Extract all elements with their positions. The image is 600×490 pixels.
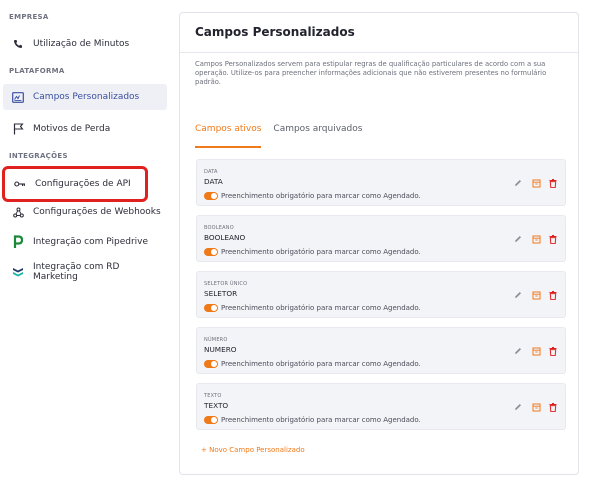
required-toggle[interactable] (204, 248, 218, 256)
archive-icon[interactable] (531, 178, 541, 188)
sidebar-item-label: Configurações de API (35, 179, 131, 189)
field-row: TEXTO TEXTO Preenchimento obrigatório pa… (196, 383, 566, 430)
required-label: Preenchimento obrigatório para marcar co… (221, 248, 421, 256)
archive-icon[interactable] (531, 402, 541, 412)
pencil-icon[interactable] (513, 402, 523, 412)
tabs: Campos ativos Campos arquivados (195, 124, 362, 148)
sidebar: EMPRESA Utilização de Minutos PLATAFORMA… (0, 0, 178, 490)
field-name: TEXTO (204, 401, 229, 410)
field-type: BOOLEANO (204, 225, 234, 231)
field-row: SELETOR ÚNICO SELETOR Preenchimento obri… (196, 271, 566, 318)
archive-icon[interactable] (531, 346, 541, 356)
page-title: Campos Personalizados (195, 25, 355, 39)
field-type: SELETOR ÚNICO (204, 281, 248, 287)
page-description: Campos Personalizados servem para estipu… (195, 60, 547, 86)
trash-icon[interactable] (548, 402, 558, 412)
sidebar-item-label: Integração com RD Marketing (32, 262, 120, 282)
required-label: Preenchimento obrigatório para marcar co… (221, 192, 421, 200)
sidebar-item-motivos-perda[interactable]: Motivos de Perda (3, 116, 167, 142)
sidebar-item-label: Configurações de Webhooks (33, 207, 161, 217)
custom-fields-icon (11, 90, 25, 104)
pencil-icon[interactable] (513, 290, 523, 300)
archive-icon[interactable] (531, 290, 541, 300)
field-name: DATA (204, 177, 223, 186)
trash-icon[interactable] (548, 290, 558, 300)
pencil-icon[interactable] (513, 178, 523, 188)
webhook-icon (11, 205, 25, 219)
pencil-icon[interactable] (513, 234, 523, 244)
required-label: Preenchimento obrigatório para marcar co… (221, 360, 421, 368)
field-name: NUMERO (204, 345, 237, 354)
section-title-integracoes: INTEGRAÇÕES (9, 152, 68, 160)
sidebar-item-utilizacao-minutos[interactable]: Utilização de Minutos (3, 31, 167, 57)
trash-icon[interactable] (548, 234, 558, 244)
required-toggle[interactable] (204, 416, 218, 424)
field-type: DATA (204, 169, 218, 175)
required-label: Preenchimento obrigatório para marcar co… (221, 304, 421, 312)
required-toggle[interactable] (204, 360, 218, 368)
sidebar-item-campos-personalizados[interactable]: Campos Personalizados (3, 84, 167, 110)
add-custom-field-link[interactable]: + Novo Campo Personalizado (201, 446, 305, 454)
sidebar-item-integracao-rd-marketing[interactable]: Integração com RD Marketing (3, 259, 167, 285)
field-row: NÚMERO NUMERO Preenchimento obrigatório … (196, 327, 566, 374)
custom-fields-card: Campos Personalizados Campos Personaliza… (179, 12, 579, 475)
tab-campos-ativos[interactable]: Campos ativos (195, 124, 262, 148)
key-icon (13, 177, 27, 191)
phone-icon (11, 37, 25, 51)
archive-icon[interactable] (531, 234, 541, 244)
required-toggle[interactable] (204, 192, 218, 200)
field-row: DATA DATA Preenchimento obrigatório para… (196, 159, 566, 206)
section-title-plataforma: PLATAFORMA (9, 67, 65, 75)
sidebar-item-configuracoes-api[interactable]: Configurações de API (2, 166, 148, 202)
pipedrive-icon (11, 235, 25, 249)
sidebar-item-label: Integração com Pipedrive (33, 237, 149, 247)
section-title-empresa: EMPRESA (9, 13, 49, 21)
pencil-icon[interactable] (513, 346, 523, 356)
field-type: TEXTO (204, 393, 222, 399)
field-row: BOOLEANO BOOLEANO Preenchimento obrigató… (196, 215, 566, 262)
required-toggle[interactable] (204, 304, 218, 312)
flag-icon (11, 122, 25, 136)
field-name: SELETOR (204, 289, 238, 298)
field-name: BOOLEANO (204, 233, 246, 242)
sidebar-item-label: Utilização de Minutos (33, 39, 130, 49)
sidebar-item-label: Campos Personalizados (33, 92, 140, 102)
trash-icon[interactable] (548, 346, 558, 356)
rd-marketing-icon (11, 265, 25, 279)
sidebar-item-integracao-pipedrive[interactable]: Integração com Pipedrive (3, 229, 167, 255)
sidebar-item-configuracoes-webhooks[interactable]: Configurações de Webhooks (3, 199, 167, 225)
trash-icon[interactable] (548, 178, 558, 188)
tab-campos-arquivados[interactable]: Campos arquivados (273, 124, 362, 148)
divider (180, 52, 578, 53)
required-label: Preenchimento obrigatório para marcar co… (221, 416, 421, 424)
field-type: NÚMERO (204, 337, 228, 343)
sidebar-item-label: Motivos de Perda (33, 124, 111, 134)
